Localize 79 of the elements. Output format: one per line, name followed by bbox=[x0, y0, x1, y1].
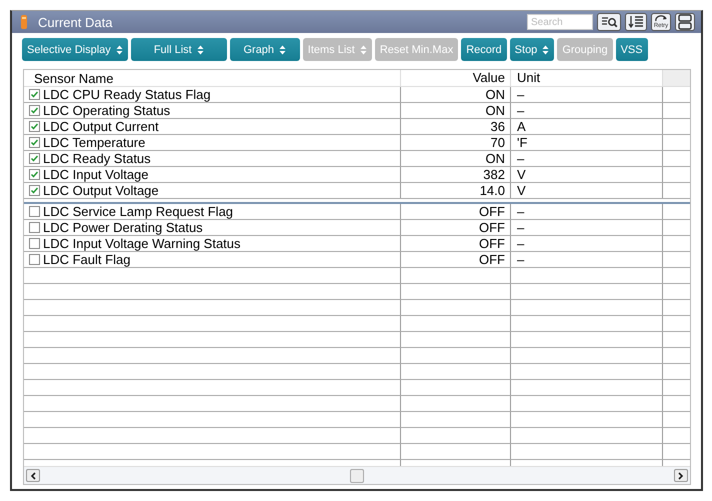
column-header: Sensor Name bbox=[24, 70, 401, 86]
checkbox[interactable] bbox=[29, 222, 40, 233]
table-row[interactable]: LDC Input Voltage Warning Status OFF – bbox=[24, 236, 690, 252]
sensor-unit: – bbox=[517, 87, 524, 102]
sensor-name: LDC Service Lamp Request Flag bbox=[43, 204, 234, 219]
sensor-value: ON bbox=[486, 151, 505, 166]
toolbar-button[interactable]: Selective Display bbox=[22, 38, 128, 61]
toolbar-button[interactable]: Full List bbox=[130, 38, 227, 61]
checkbox[interactable] bbox=[29, 105, 40, 116]
table-row[interactable]: LDC CPU Ready Status Flag ON – bbox=[24, 87, 690, 103]
sensor-name: LDC Input Voltage Warning Status bbox=[43, 236, 241, 251]
checkbox[interactable] bbox=[29, 185, 40, 196]
sensor-value: OFF bbox=[479, 204, 505, 219]
toolbar-button[interactable]: Record bbox=[461, 38, 507, 61]
sensor-name: LDC Output Voltage bbox=[43, 183, 159, 198]
toolbar-button[interactable]: Stop bbox=[510, 38, 554, 61]
sensor-name: LDC Fault Flag bbox=[43, 252, 130, 267]
toolbar-button[interactable]: VSS bbox=[616, 38, 648, 61]
sensor-value: ON bbox=[486, 87, 505, 102]
sensor-unit: – bbox=[517, 151, 524, 166]
sensor-unit: A bbox=[517, 119, 526, 134]
search-list-icon[interactable] bbox=[597, 13, 621, 31]
sensor-name: LDC Power Derating Status bbox=[43, 220, 203, 235]
split-view-icon[interactable] bbox=[675, 13, 695, 31]
refresh-arrow-icon bbox=[654, 15, 668, 23]
up-down-caret-icon bbox=[542, 44, 550, 54]
checkbox[interactable] bbox=[29, 153, 40, 164]
sensor-name: LDC Input Voltage bbox=[43, 167, 149, 182]
up-down-caret-icon bbox=[279, 44, 286, 54]
sensor-name: LDC CPU Ready Status Flag bbox=[43, 87, 211, 102]
sensor-unit: V bbox=[517, 167, 526, 182]
sensor-value: ON bbox=[486, 103, 505, 118]
sensor-unit: – bbox=[517, 236, 524, 251]
sensor-unit: – bbox=[517, 204, 524, 219]
checkbox[interactable] bbox=[29, 238, 40, 249]
sensor-name: LDC Ready Status bbox=[43, 151, 151, 166]
checkbox[interactable] bbox=[29, 137, 40, 148]
up-down-caret-icon bbox=[116, 44, 123, 54]
up-down-caret-icon bbox=[360, 44, 367, 54]
scroll-left-icon[interactable] bbox=[26, 469, 40, 482]
checkbox[interactable] bbox=[29, 89, 40, 100]
table-row[interactable]: LDC Power Derating Status OFF – bbox=[24, 220, 690, 236]
sensor-value: OFF bbox=[479, 252, 505, 267]
sensor-name: LDC Output Current bbox=[43, 119, 159, 134]
sensor-value: OFF bbox=[479, 236, 505, 251]
checkbox[interactable] bbox=[29, 169, 40, 180]
sensor-name: LDC Temperature bbox=[43, 135, 146, 150]
header-cell bbox=[663, 70, 690, 86]
sensor-value: 70 bbox=[490, 135, 505, 150]
sort-list-icon[interactable] bbox=[625, 13, 647, 31]
table-row[interactable]: LDC Output Current 36 A bbox=[24, 119, 690, 135]
table-row[interactable]: LDC Input Voltage 382 V bbox=[24, 167, 690, 183]
app-icon bbox=[20, 14, 28, 30]
scroll-thumb[interactable] bbox=[350, 468, 364, 482]
sensor-unit: – bbox=[517, 252, 524, 267]
table-row[interactable]: LDC Fault Flag OFF – bbox=[24, 252, 690, 268]
table-row[interactable]: LDC Service Lamp Request Flag OFF – bbox=[24, 204, 690, 220]
sensor-unit: V bbox=[517, 183, 526, 198]
sensor-value: 36 bbox=[490, 119, 505, 134]
table-row[interactable]: LDC Ready Status ON – bbox=[24, 151, 690, 167]
sensor-value: 382 bbox=[483, 167, 505, 182]
toolbar-button[interactable]: Graph bbox=[230, 38, 300, 61]
table-row[interactable]: LDC Temperature 70 'F bbox=[24, 135, 690, 151]
checkbox[interactable] bbox=[29, 254, 40, 265]
table-row[interactable]: LDC Output Voltage 14.0 V bbox=[24, 183, 690, 199]
sensor-unit: 'F bbox=[517, 135, 528, 150]
checkbox[interactable] bbox=[29, 206, 40, 217]
column-header: Value bbox=[401, 70, 511, 86]
sensor-name: LDC Operating Status bbox=[43, 103, 170, 118]
sensor-value: OFF bbox=[479, 220, 505, 235]
up-down-caret-icon bbox=[196, 44, 204, 54]
sensor-unit: – bbox=[517, 103, 524, 118]
checkbox[interactable] bbox=[29, 121, 40, 132]
search-field[interactable]: Search bbox=[527, 14, 593, 30]
sensor-unit: – bbox=[517, 220, 524, 235]
scroll-right-icon[interactable] bbox=[674, 469, 688, 482]
window-title: Current Data bbox=[38, 14, 112, 30]
sensor-value: 14.0 bbox=[480, 183, 505, 198]
table-row[interactable]: LDC Operating Status ON – bbox=[24, 103, 690, 119]
